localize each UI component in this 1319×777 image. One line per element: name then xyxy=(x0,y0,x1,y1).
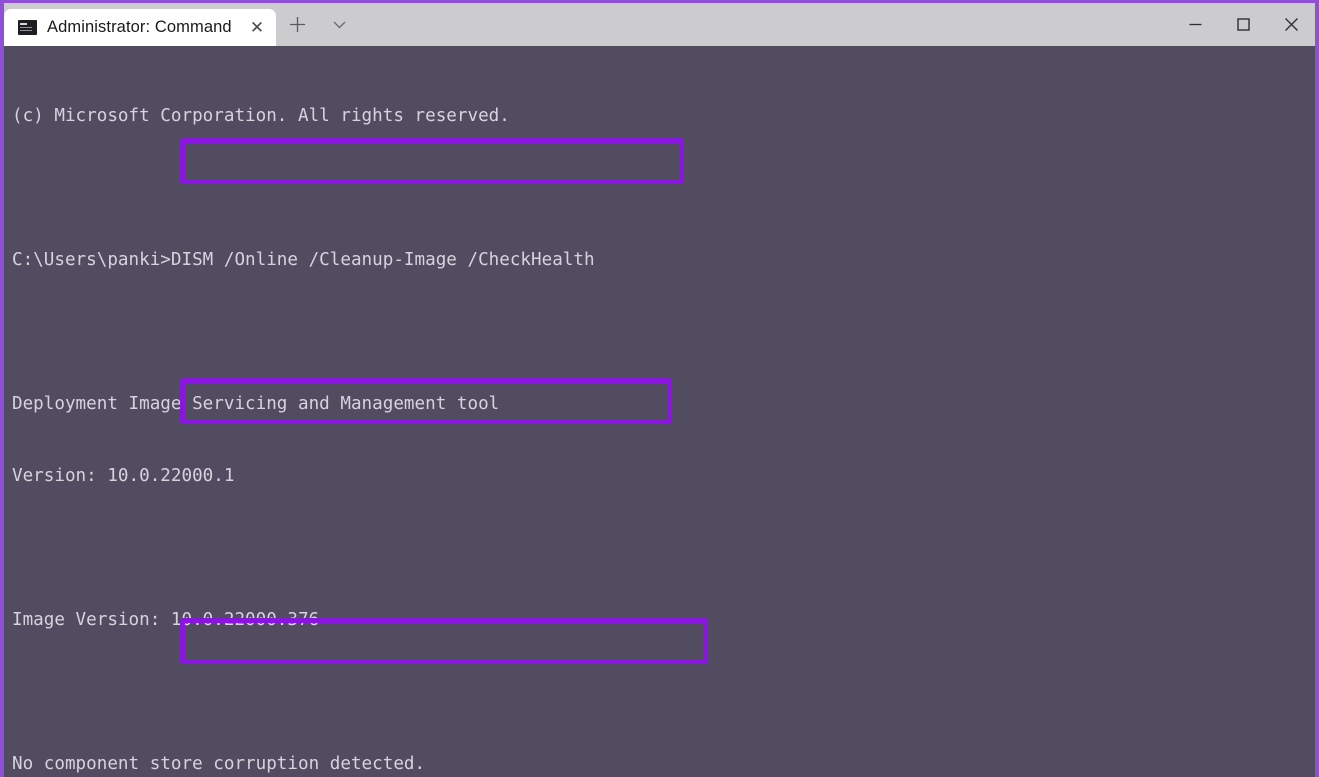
close-window-button[interactable] xyxy=(1267,3,1315,46)
window-controls xyxy=(1171,3,1315,46)
console-line: Deployment Image Servicing and Managemen… xyxy=(12,394,500,414)
chevron-down-icon xyxy=(333,21,345,29)
maximize-icon xyxy=(1236,18,1250,31)
console-icon xyxy=(18,20,37,35)
maximize-button[interactable] xyxy=(1219,3,1267,46)
tab-strip: Administrator: Command Promp ✕ xyxy=(4,3,360,46)
console-text: (c) Microsoft Corporation. All rights re… xyxy=(12,56,1315,777)
tab-command-prompt[interactable]: Administrator: Command Promp ✕ xyxy=(4,9,276,46)
console-line: Version: 10.0.22000.1 xyxy=(12,466,235,486)
titlebar: Administrator: Command Promp ✕ xyxy=(4,3,1315,46)
terminal-window: Administrator: Command Promp ✕ xyxy=(0,0,1319,777)
console-line: Image Version: 10.0.22000.376 xyxy=(12,610,320,630)
tab-title: Administrator: Command Promp xyxy=(47,18,234,36)
new-tab-button[interactable] xyxy=(276,3,318,46)
plus-icon xyxy=(289,17,305,32)
minimize-icon xyxy=(1189,23,1201,26)
minimize-button[interactable] xyxy=(1171,3,1219,46)
close-tab-icon[interactable]: ✕ xyxy=(244,15,270,41)
console-line-command: C:\Users\panki>DISM /Online /Cleanup-Ima… xyxy=(12,250,595,270)
console-line: No component store corruption detected. xyxy=(12,754,426,774)
console-output-area[interactable]: (c) Microsoft Corporation. All rights re… xyxy=(4,46,1315,777)
tab-dropdown-button[interactable] xyxy=(318,3,360,46)
close-icon xyxy=(1284,18,1298,31)
titlebar-spacer xyxy=(360,3,1171,46)
console-line: (c) Microsoft Corporation. All rights re… xyxy=(12,106,510,126)
